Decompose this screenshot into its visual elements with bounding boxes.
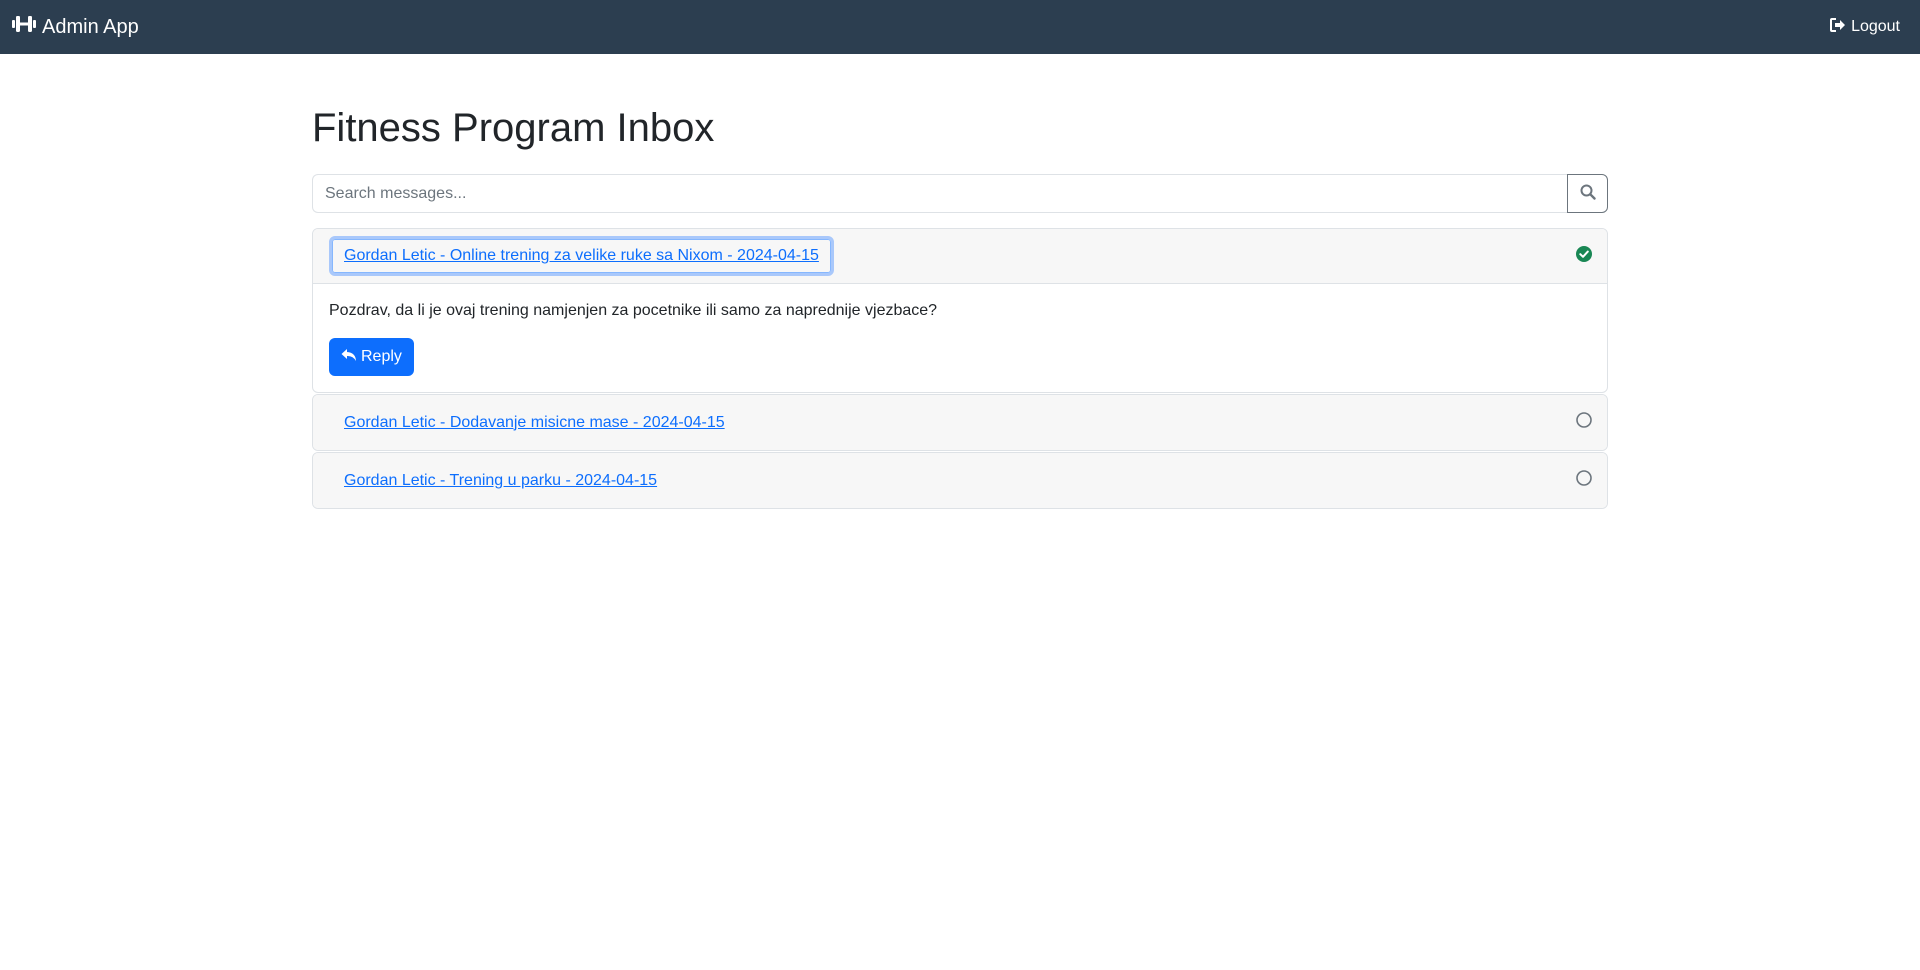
circle-outline-icon (1576, 412, 1592, 433)
logout-link[interactable]: Logout (1830, 17, 1900, 37)
message-text: Pozdrav, da li je ovaj trening namjenjen… (329, 302, 938, 319)
page-title: Fitness Program Inbox (312, 106, 715, 150)
message-title-link[interactable]: Gordan Letic - Dodavanje misicne mase - … (329, 403, 740, 443)
message-item: Gordan Letic - Dodavanje misicne mase - … (312, 394, 1608, 451)
sign-out-icon (1830, 17, 1851, 37)
message-list: Gordan Letic - Online trening za velike … (312, 228, 1608, 510)
top-navbar: Admin App Logout (0, 0, 1920, 54)
brand-link[interactable]: Admin App (12, 15, 139, 39)
message-item: Gordan Letic - Online trening za velike … (312, 228, 1608, 393)
search-button[interactable] (1567, 174, 1608, 213)
message-body: Pozdrav, da li je ovaj trening namjenjen… (313, 284, 1607, 392)
check-circle-icon (1576, 245, 1592, 267)
message-header[interactable]: Gordan Letic - Online trening za velike … (313, 229, 1607, 284)
message-item: Gordan Letic - Trening u parku - 2024-04… (312, 452, 1608, 509)
reply-button[interactable]: Reply (329, 338, 414, 376)
search-input[interactable] (312, 174, 1567, 213)
dumbbell-icon (12, 15, 42, 39)
logout-label: Logout (1851, 18, 1900, 35)
search-icon (1580, 184, 1596, 203)
message-title-link[interactable]: Gordan Letic - Online trening za velike … (329, 236, 834, 276)
circle-outline-icon (1576, 470, 1592, 491)
search-group (312, 174, 1608, 213)
reply-icon (341, 348, 361, 367)
brand-label: Admin App (42, 15, 139, 38)
reply-label: Reply (361, 348, 402, 365)
message-title-link[interactable]: Gordan Letic - Trening u parku - 2024-04… (329, 461, 672, 501)
message-header[interactable]: Gordan Letic - Trening u parku - 2024-04… (313, 453, 1607, 508)
message-header[interactable]: Gordan Letic - Dodavanje misicne mase - … (313, 395, 1607, 450)
